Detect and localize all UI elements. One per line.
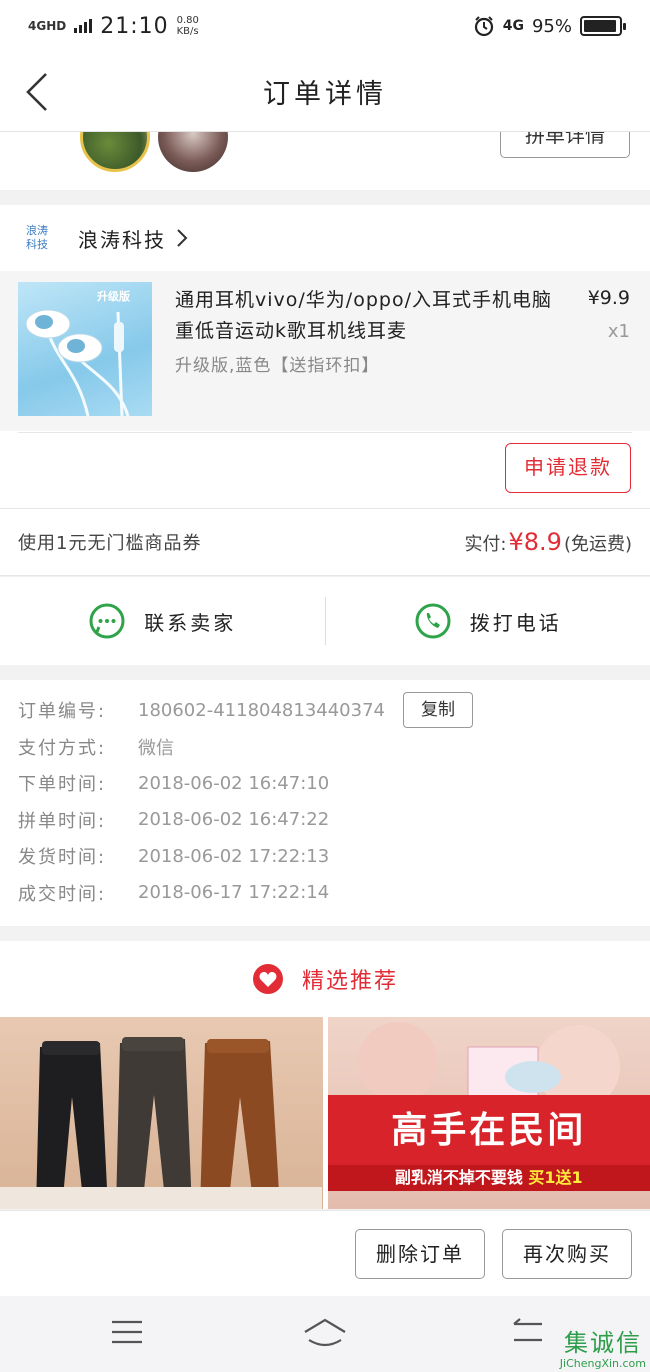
recommend-grid: 高手在民间 副乳消不掉不要钱 买1送1 [0,1017,650,1209]
home-icon[interactable] [302,1316,348,1350]
promo-banner: 高手在民间 [327,1095,650,1167]
battery-icon [580,16,626,36]
info-value: 2018-06-02 16:47:22 [138,809,330,831]
store-row[interactable]: 浪涛科技 浪涛科技 [0,205,650,271]
back-arrow-icon[interactable] [22,70,62,114]
payment-row: 使用1元无门槛商品券 实付: ¥8.9 (免运费) [0,508,650,576]
battery-fill [584,20,617,32]
product-quantity: x1 [607,321,630,342]
battery-percent: 95% [531,15,572,37]
nav-header: 订单详情 [0,52,650,132]
page-title: 订单详情 [263,79,387,110]
product-image-tag: 升级版 [97,290,130,303]
call-phone-button[interactable]: 拨打电话 [326,577,650,665]
product-image[interactable]: 升级版 [18,282,152,416]
avatar [158,132,228,172]
watermark-logo: 集诚信 [564,1329,642,1357]
network-type-right: 4G [502,18,524,34]
info-value: 2018-06-02 16:47:10 [138,772,330,794]
alarm-icon [474,16,493,37]
store-logo: 浪涛科技 [26,224,48,251]
heart-icon [252,963,283,994]
ship-time-row: 发货时间: 2018-06-02 17:22:13 [18,838,632,875]
info-value: 2018-06-17 17:22:14 [138,882,330,904]
recommend-item[interactable] [0,1017,323,1209]
info-value: 2018-06-02 17:22:13 [138,845,330,867]
phone-icon [415,603,451,639]
recommend-header: 精选推荐 [0,941,650,1016]
info-label: 拼单时间: [18,810,107,832]
info-label: 支付方式: [18,737,107,759]
group-detail-button[interactable]: 拼单详情 [500,132,630,158]
menu-icon[interactable] [110,1318,144,1346]
paid-amount: ¥8.9 [508,528,562,556]
rebuy-button[interactable]: 再次购买 [502,1229,632,1279]
network-speed: 0.80 KB/s [176,15,199,37]
recommend-title: 精选推荐 [301,968,398,994]
avatar [80,132,150,172]
info-value: 微信 [138,737,174,759]
contact-seller-button[interactable]: 联系卖家 [0,577,325,665]
divider [18,432,632,433]
chat-bubble-icon [89,603,125,639]
copy-button[interactable]: 复制 [403,692,473,729]
call-phone-label: 拨打电话 [469,610,562,635]
info-label: 成交时间: [18,883,107,905]
order-number: 180602-411804813440374 [138,699,385,721]
status-bar: 4GHD 21:10 0.80 KB/s 4G 95% [0,0,650,52]
refund-button[interactable]: 申请退款 [505,443,631,493]
signal-icon [74,19,93,33]
action-bar: 删除订单 再次购买 [0,1210,650,1296]
paid-label: 实付: [464,534,507,555]
promo-subtext: 副乳消不掉不要钱 买1送1 [327,1165,650,1191]
product-price: ¥9.9 [587,287,630,309]
order-number-row: 订单编号: 180602-411804813440374 复制 [18,692,632,729]
system-nav-bar: 集诚信 JiChengXin.com [0,1296,650,1372]
group-time-row: 拼单时间: 2018-06-02 16:47:22 [18,802,632,839]
recommend-item[interactable]: 高手在民间 副乳消不掉不要钱 买1送1 [327,1017,650,1209]
pants-image [0,1037,322,1209]
product-spec: 升级版,蓝色【送指环扣】 [175,356,380,376]
info-label: 发货时间: [18,847,107,869]
watermark-url: JiChengXin.com [559,1357,646,1370]
deal-time-row: 成交时间: 2018-06-17 17:22:14 [18,875,632,912]
order-time-row: 下单时间: 2018-06-02 16:47:10 [18,765,632,802]
info-label: 下单时间: [18,774,107,796]
network-indicator: 4GHD [28,19,67,33]
paid-summary: 实付: ¥8.9 (免运费) [464,528,632,556]
contact-seller-label: 联系卖家 [144,610,237,635]
info-label: 订单编号: [18,701,107,723]
delete-order-button[interactable]: 删除订单 [355,1229,485,1279]
earphones-illustration [25,309,130,416]
coupon-text: 使用1元无门槛商品券 [18,533,202,554]
payment-method-row: 支付方式: 微信 [18,729,632,766]
recommend-section: 精选推荐 高手在民间 副乳消不掉不要钱 买1送1 [0,941,650,1209]
store-name[interactable]: 浪涛科技 [78,224,166,253]
chevron-right-icon [177,229,188,247]
product-title[interactable]: 通用耳机vivo/华为/oppo/入耳式手机电脑重低音运动k歌耳机线耳麦 [175,285,560,347]
shipping-note: (免运费) [563,534,632,555]
product-row[interactable]: 升级版 通用耳机vivo/华为/oppo/入耳式手机电脑重低音运动k歌耳机线耳麦… [0,271,650,431]
order-info-card: 订单编号: 180602-411804813440374 复制 支付方式: 微信… [0,680,650,926]
group-members-section: 拼单详情 [0,132,650,190]
contact-row: 联系卖家 拨打电话 [0,577,650,665]
clock: 21:10 [100,13,169,39]
order-card: 浪涛科技 浪涛科技 升级版 通用耳机vivo/华为/oppo/入耳式手机电脑重低… [0,205,650,508]
back-nav-icon[interactable] [508,1318,548,1346]
